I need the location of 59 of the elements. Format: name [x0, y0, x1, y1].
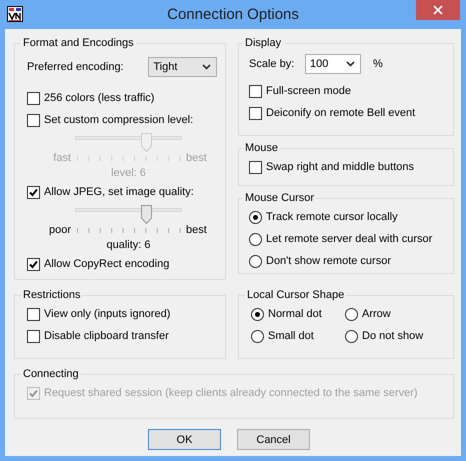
radio-label[interactable]: Normal dot	[268, 308, 322, 320]
checkbox-label[interactable]: Full-screen mode	[266, 85, 351, 97]
radio-button[interactable]	[251, 308, 264, 320]
checkbox[interactable]	[27, 92, 40, 104]
radio-button[interactable]	[345, 308, 358, 320]
checkbox-label[interactable]: 256 colors (less traffic)	[44, 92, 154, 104]
radio-button[interactable]	[345, 330, 358, 342]
radio-button[interactable]	[251, 330, 264, 342]
slider-reading: level: 6	[111, 167, 146, 179]
cancel-button[interactable]: Cancel	[237, 429, 310, 450]
encoding-dropdown[interactable]: Tight	[148, 57, 217, 77]
radio-label[interactable]: Don't show remote cursor	[266, 255, 391, 267]
checkbox-label[interactable]: Deiconify on remote Bell event	[266, 107, 416, 119]
checkbox[interactable]	[249, 106, 262, 120]
slider-reading: quality: 6	[106, 239, 151, 251]
radio-label[interactable]: Arrow	[362, 308, 391, 320]
slider-max-label: best	[186, 152, 208, 164]
checkbox[interactable]	[249, 84, 262, 98]
radio-button[interactable]	[249, 210, 262, 224]
checkbox[interactable]	[27, 114, 40, 126]
app-icon	[7, 6, 23, 22]
group-title: Mouse	[244, 142, 280, 154]
chevron-icon	[346, 61, 355, 67]
checkbox-label[interactable]: Swap right and middle buttons	[266, 161, 414, 173]
checkbox-label[interactable]: Set custom compression level:	[44, 114, 194, 126]
radio-button[interactable]	[249, 254, 262, 268]
slider-min-label: poor	[48, 224, 71, 236]
radio-button[interactable]	[249, 232, 262, 246]
group-title: Local Cursor Shape	[246, 289, 346, 301]
window-title: Connection Options	[167, 6, 299, 23]
chevron-icon	[202, 64, 211, 70]
checkbox[interactable]	[27, 308, 40, 320]
field-label: Scale by:	[249, 58, 296, 70]
slider-max-label: best	[186, 224, 208, 236]
radio-label[interactable]: Let remote server deal with cursor	[266, 233, 432, 245]
field-label: Preferred encoding:	[27, 61, 125, 73]
checkbox-label[interactable]: Allow CopyRect encoding	[44, 258, 170, 270]
checkbox-label[interactable]: Allow JPEG, set image quality:	[44, 186, 194, 198]
scale-dropdown[interactable]: 100	[305, 54, 361, 74]
group-title: Display	[244, 37, 282, 49]
checkbox[interactable]	[27, 186, 40, 198]
radio-label[interactable]: Track remote cursor locally	[266, 211, 398, 223]
radio-label[interactable]: Do not show	[362, 330, 424, 342]
checkbox[interactable]	[27, 258, 40, 270]
radio-label[interactable]: Small dot	[268, 330, 314, 342]
checkbox-label[interactable]: Disable clipboard transfer	[44, 330, 169, 342]
unit-label: %	[373, 58, 383, 70]
ok-button[interactable]: OK	[148, 429, 221, 450]
slider-min-label: fast	[53, 152, 71, 164]
checkbox-label[interactable]: View only (inputs ignored)	[44, 308, 170, 320]
group-title: Format and Encodings	[22, 37, 135, 49]
checkbox[interactable]	[249, 160, 262, 174]
checkbox[interactable]	[27, 330, 40, 342]
group-title: Connecting	[22, 368, 80, 380]
slider-thumb[interactable]	[141, 205, 152, 224]
close-button[interactable]	[416, 0, 460, 20]
close-icon	[433, 5, 443, 15]
group-title: Mouse Cursor	[244, 192, 316, 204]
group-title: Restrictions	[22, 289, 82, 301]
